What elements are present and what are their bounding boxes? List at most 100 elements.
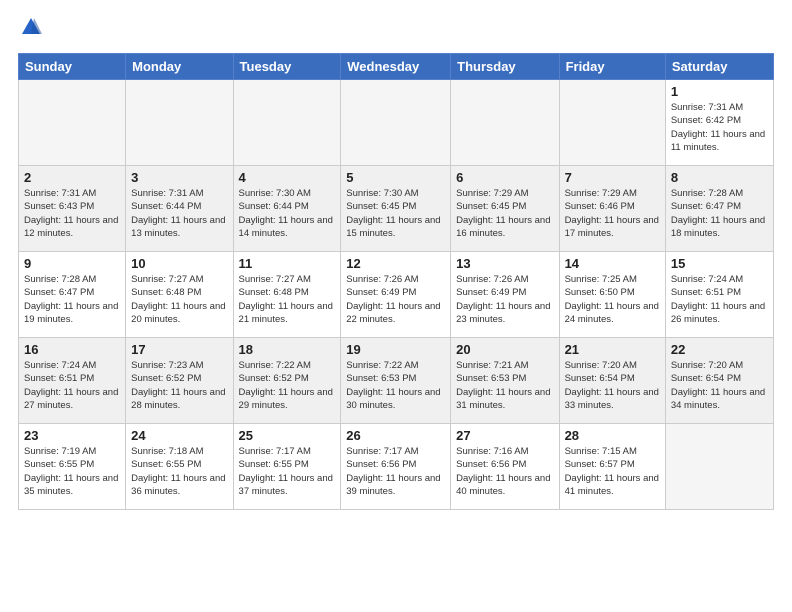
calendar-day-cell: 15Sunrise: 7:24 AM Sunset: 6:51 PM Dayli… [665, 252, 773, 338]
day-info: Sunrise: 7:29 AM Sunset: 6:46 PM Dayligh… [565, 187, 660, 240]
calendar-day-cell: 9 Sunrise: 7:28 AM Sunset: 6:47 PM Daylig… [19, 252, 126, 338]
day-info: Sunrise: 7:21 AM Sunset: 6:53 PM Dayligh… [456, 359, 553, 412]
calendar-day-cell: 17 Sunrise: 7:23 AM Sunset: 6:52 PM Dayli… [126, 338, 233, 424]
calendar-day-cell: 18 Sunrise: 7:22 AM Sunset: 6:52 PM Dayli… [233, 338, 341, 424]
day-info: Sunrise: 7:25 AM Sunset: 6:50 PM Dayligh… [565, 273, 660, 326]
day-number: 25 [239, 428, 336, 443]
calendar-day-cell: 13 Sunrise: 7:26 AM Sunset: 6:49 PM Dayli… [451, 252, 559, 338]
day-info: Sunrise: 7:23 AM Sunset: 6:52 PM Dayligh… [131, 359, 227, 412]
calendar-day-cell [233, 80, 341, 166]
day-number: 18 [239, 342, 336, 357]
day-number: 14 [565, 256, 660, 271]
day-info: Sunrise: 7:24 AM Sunset: 6:51 PM Dayligh… [671, 273, 768, 326]
calendar-day-cell: 5 Sunrise: 7:30 AM Sunset: 6:45 PM Daylig… [341, 166, 451, 252]
day-info: Sunrise: 7:30 AM Sunset: 6:44 PM Dayligh… [239, 187, 336, 240]
calendar-day-cell [126, 80, 233, 166]
day-number: 28 [565, 428, 660, 443]
day-number: 19 [346, 342, 445, 357]
calendar-week-row: 2Sunrise: 7:31 AM Sunset: 6:43 PM Daylig… [19, 166, 774, 252]
day-number: 21 [565, 342, 660, 357]
day-number: 22 [671, 342, 768, 357]
day-info: Sunrise: 7:15 AM Sunset: 6:57 PM Dayligh… [565, 445, 660, 498]
logo [18, 18, 42, 43]
day-info: Sunrise: 7:17 AM Sunset: 6:55 PM Dayligh… [239, 445, 336, 498]
calendar-day-cell: 11Sunrise: 7:27 AM Sunset: 6:48 PM Dayli… [233, 252, 341, 338]
day-info: Sunrise: 7:16 AM Sunset: 6:56 PM Dayligh… [456, 445, 553, 498]
day-number: 12 [346, 256, 445, 271]
calendar-header-row: SundayMondayTuesdayWednesdayThursdayFrid… [19, 54, 774, 80]
day-number: 16 [24, 342, 120, 357]
day-number: 17 [131, 342, 227, 357]
calendar-week-row: 23 Sunrise: 7:19 AM Sunset: 6:55 PM Dayli… [19, 424, 774, 510]
calendar-day-cell: 28 Sunrise: 7:15 AM Sunset: 6:57 PM Dayli… [559, 424, 665, 510]
day-info: Sunrise: 7:24 AM Sunset: 6:51 PM Dayligh… [24, 359, 120, 412]
day-info: Sunrise: 7:31 AM Sunset: 6:43 PM Dayligh… [24, 187, 120, 240]
calendar-day-cell [451, 80, 559, 166]
calendar-day-cell: 2Sunrise: 7:31 AM Sunset: 6:43 PM Daylig… [19, 166, 126, 252]
day-info: Sunrise: 7:28 AM Sunset: 6:47 PM Dayligh… [671, 187, 768, 240]
weekday-header: Sunday [19, 54, 126, 80]
logo-text [18, 18, 42, 43]
day-number: 6 [456, 170, 553, 185]
calendar-day-cell: 12 Sunrise: 7:26 AM Sunset: 6:49 PM Dayli… [341, 252, 451, 338]
day-number: 27 [456, 428, 553, 443]
weekday-header: Monday [126, 54, 233, 80]
calendar-day-cell: 6 Sunrise: 7:29 AM Sunset: 6:45 PM Daylig… [451, 166, 559, 252]
calendar-day-cell [19, 80, 126, 166]
weekday-header: Saturday [665, 54, 773, 80]
day-info: Sunrise: 7:28 AM Sunset: 6:47 PM Dayligh… [24, 273, 120, 326]
calendar-day-cell: 25 Sunrise: 7:17 AM Sunset: 6:55 PM Dayli… [233, 424, 341, 510]
day-info: Sunrise: 7:26 AM Sunset: 6:49 PM Dayligh… [346, 273, 445, 326]
day-info: Sunrise: 7:20 AM Sunset: 6:54 PM Dayligh… [565, 359, 660, 412]
calendar-day-cell: 3 Sunrise: 7:31 AM Sunset: 6:44 PM Daylig… [126, 166, 233, 252]
day-info: Sunrise: 7:20 AM Sunset: 6:54 PM Dayligh… [671, 359, 768, 412]
day-info: Sunrise: 7:27 AM Sunset: 6:48 PM Dayligh… [131, 273, 227, 326]
day-info: Sunrise: 7:31 AM Sunset: 6:42 PM Dayligh… [671, 101, 768, 154]
day-number: 7 [565, 170, 660, 185]
weekday-header: Tuesday [233, 54, 341, 80]
header [18, 18, 774, 43]
calendar-day-cell: 14 Sunrise: 7:25 AM Sunset: 6:50 PM Dayli… [559, 252, 665, 338]
day-number: 4 [239, 170, 336, 185]
day-number: 13 [456, 256, 553, 271]
logo-icon [20, 16, 42, 38]
day-number: 8 [671, 170, 768, 185]
calendar-day-cell: 4 Sunrise: 7:30 AM Sunset: 6:44 PM Daylig… [233, 166, 341, 252]
day-number: 26 [346, 428, 445, 443]
page: SundayMondayTuesdayWednesdayThursdayFrid… [0, 0, 792, 612]
day-info: Sunrise: 7:22 AM Sunset: 6:52 PM Dayligh… [239, 359, 336, 412]
day-info: Sunrise: 7:27 AM Sunset: 6:48 PM Dayligh… [239, 273, 336, 326]
calendar-day-cell: 20 Sunrise: 7:21 AM Sunset: 6:53 PM Dayli… [451, 338, 559, 424]
day-info: Sunrise: 7:29 AM Sunset: 6:45 PM Dayligh… [456, 187, 553, 240]
day-info: Sunrise: 7:26 AM Sunset: 6:49 PM Dayligh… [456, 273, 553, 326]
day-info: Sunrise: 7:22 AM Sunset: 6:53 PM Dayligh… [346, 359, 445, 412]
calendar-day-cell [559, 80, 665, 166]
calendar-day-cell: 24Sunrise: 7:18 AM Sunset: 6:55 PM Dayli… [126, 424, 233, 510]
calendar-day-cell [341, 80, 451, 166]
day-number: 3 [131, 170, 227, 185]
day-info: Sunrise: 7:17 AM Sunset: 6:56 PM Dayligh… [346, 445, 445, 498]
calendar-week-row: 1 Sunrise: 7:31 AM Sunset: 6:42 PM Daylig… [19, 80, 774, 166]
calendar-day-cell: 27 Sunrise: 7:16 AM Sunset: 6:56 PM Dayli… [451, 424, 559, 510]
calendar-day-cell: 19 Sunrise: 7:22 AM Sunset: 6:53 PM Dayli… [341, 338, 451, 424]
calendar-day-cell: 22 Sunrise: 7:20 AM Sunset: 6:54 PM Dayli… [665, 338, 773, 424]
weekday-header: Thursday [451, 54, 559, 80]
day-number: 5 [346, 170, 445, 185]
day-info: Sunrise: 7:18 AM Sunset: 6:55 PM Dayligh… [131, 445, 227, 498]
day-number: 1 [671, 84, 768, 99]
day-number: 9 [24, 256, 120, 271]
weekday-header: Wednesday [341, 54, 451, 80]
day-info: Sunrise: 7:31 AM Sunset: 6:44 PM Dayligh… [131, 187, 227, 240]
calendar-day-cell: 1 Sunrise: 7:31 AM Sunset: 6:42 PM Daylig… [665, 80, 773, 166]
day-number: 20 [456, 342, 553, 357]
calendar-day-cell: 10Sunrise: 7:27 AM Sunset: 6:48 PM Dayli… [126, 252, 233, 338]
day-info: Sunrise: 7:19 AM Sunset: 6:55 PM Dayligh… [24, 445, 120, 498]
calendar-day-cell: 23 Sunrise: 7:19 AM Sunset: 6:55 PM Dayli… [19, 424, 126, 510]
calendar-day-cell: 8 Sunrise: 7:28 AM Sunset: 6:47 PM Daylig… [665, 166, 773, 252]
day-info: Sunrise: 7:30 AM Sunset: 6:45 PM Dayligh… [346, 187, 445, 240]
calendar-week-row: 9 Sunrise: 7:28 AM Sunset: 6:47 PM Daylig… [19, 252, 774, 338]
weekday-header: Friday [559, 54, 665, 80]
calendar-day-cell [665, 424, 773, 510]
calendar-week-row: 16 Sunrise: 7:24 AM Sunset: 6:51 PM Dayli… [19, 338, 774, 424]
day-number: 23 [24, 428, 120, 443]
